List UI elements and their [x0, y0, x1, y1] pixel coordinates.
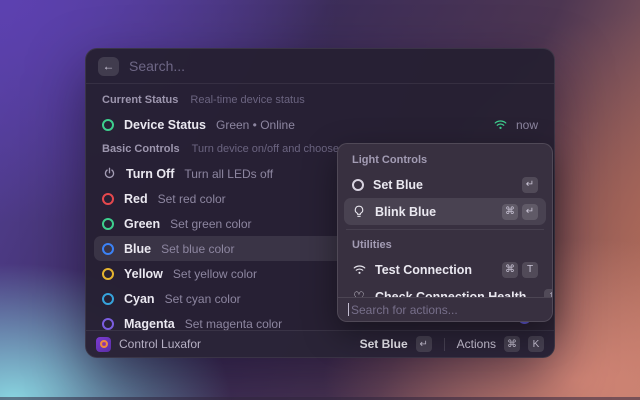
- cmd-key-badge: ⌘: [504, 336, 520, 352]
- return-key-badge: ↵: [522, 177, 538, 193]
- yellow-circle-icon: [102, 268, 114, 280]
- actions-search-placeholder: Search for actions...: [351, 303, 458, 317]
- section-current-status: Current Status Real-time device status: [94, 88, 546, 112]
- wifi-icon: [494, 119, 508, 130]
- list-item-device-status[interactable]: Device Status Green • Online now: [94, 112, 546, 137]
- row-title: Turn Off: [126, 167, 174, 181]
- popover-section-utilities: Utilities: [344, 234, 546, 256]
- text-cursor: [348, 303, 349, 316]
- luxafor-app-icon: [96, 337, 111, 352]
- cmd-key-badge: ⌘: [502, 204, 518, 220]
- status-circle-icon: [102, 119, 114, 131]
- wifi-icon: [352, 264, 366, 275]
- row-subtitle: Green • Online: [216, 118, 295, 132]
- popover-section-light-controls: Light Controls: [344, 149, 546, 171]
- back-button[interactable]: ←: [98, 57, 119, 76]
- magenta-circle-icon: [102, 318, 114, 330]
- row-title: Green: [124, 217, 160, 231]
- row-subtitle: Set red color: [158, 192, 226, 206]
- action-title: Blink Blue: [375, 205, 436, 219]
- row-title: Yellow: [124, 267, 163, 281]
- action-item-set-blue[interactable]: Set Blue ↵: [344, 171, 546, 198]
- section-title: Basic Controls: [102, 143, 180, 155]
- back-arrow-icon: ←: [103, 59, 115, 73]
- action-title: Test Connection: [375, 263, 472, 277]
- actions-search-field[interactable]: Search for actions...: [338, 297, 552, 321]
- row-subtitle: Turn all LEDs off: [184, 167, 273, 181]
- actions-menu-button[interactable]: Actions: [457, 337, 496, 351]
- red-circle-icon: [102, 193, 114, 205]
- action-title: Set Blue: [373, 178, 423, 192]
- return-key-badge: ↵: [522, 204, 538, 220]
- row-subtitle: Set blue color: [161, 242, 234, 256]
- section-subtitle: Real-time device status: [190, 94, 304, 106]
- primary-action-label[interactable]: Set Blue: [360, 337, 408, 351]
- row-subtitle: Set green color: [170, 217, 251, 231]
- app-name: Control Luxafor: [119, 337, 201, 351]
- row-subtitle: Set magenta color: [185, 317, 282, 331]
- popover-divider: [346, 229, 544, 230]
- circle-icon: [352, 179, 364, 191]
- row-title: Magenta: [124, 317, 175, 331]
- row-subtitle: Set yellow color: [173, 267, 257, 281]
- action-item-test-connection[interactable]: Test Connection ⌘ T: [344, 256, 546, 283]
- power-icon: [102, 167, 116, 180]
- return-key-badge: ↵: [416, 336, 432, 352]
- row-title: Blue: [124, 242, 151, 256]
- blue-circle-icon: [102, 243, 114, 255]
- actions-popover: Light Controls Set Blue ↵ Blink Blue ⌘ ↵: [337, 143, 553, 322]
- search-bar: ←: [86, 49, 554, 84]
- green-circle-icon: [102, 218, 114, 230]
- row-subtitle: Set cyan color: [165, 292, 241, 306]
- action-item-blink-blue[interactable]: Blink Blue ⌘ ↵: [344, 198, 546, 225]
- row-title: Cyan: [124, 292, 155, 306]
- cmd-key-badge: ⌘: [502, 262, 518, 278]
- row-title: Device Status: [124, 118, 206, 132]
- t-key-badge: T: [522, 262, 538, 278]
- footer-bar: Control Luxafor Set Blue ↵ Actions ⌘ K: [86, 330, 554, 357]
- footer-divider: [444, 338, 445, 351]
- cyan-circle-icon: [102, 293, 114, 305]
- timestamp: now: [516, 118, 538, 132]
- lightbulb-icon: [352, 205, 366, 219]
- row-title: Red: [124, 192, 148, 206]
- section-title: Current Status: [102, 94, 178, 106]
- k-key-badge: K: [528, 336, 544, 352]
- search-input[interactable]: [129, 58, 542, 74]
